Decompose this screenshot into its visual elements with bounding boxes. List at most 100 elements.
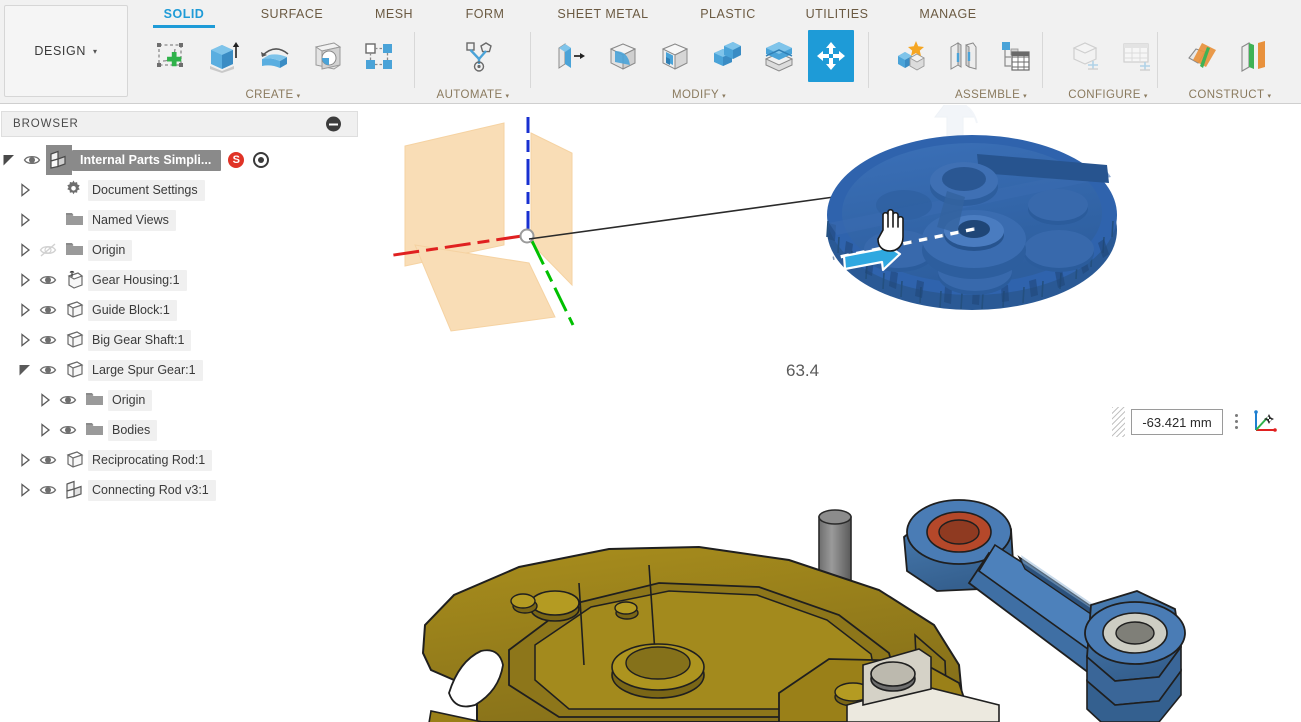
eye-icon[interactable] [36,475,62,505]
panel-label-modify[interactable]: MODIFY ▾ [534,89,864,101]
workspace-label: DESIGN [34,44,86,58]
browser-tree-item-label: Origin [88,239,133,261]
new-component-icon[interactable] [888,30,934,82]
revolve-icon[interactable] [252,30,298,82]
large-spur-gear-body [826,105,1117,310]
browser-tree-item[interactable]: Document Settings [0,175,359,205]
browser-tree-item[interactable]: Connecting Rod v3:1 [0,475,359,505]
body-icon [62,445,88,475]
construct-plane-angle-icon[interactable] [1231,30,1277,82]
bill-of-materials-icon[interactable] [992,30,1038,82]
eye-icon[interactable] [36,205,62,235]
expand-arrow-icon-closed[interactable] [16,205,36,235]
status-badge[interactable]: S [228,152,245,168]
panel-label-automate[interactable]: AUTOMATE ▾ [420,89,526,101]
ribbon-panel-automate: AUTOMATE ▾ [420,28,526,104]
expand-arrow-icon-closed[interactable] [16,295,36,325]
expand-arrow-icon-closed[interactable] [36,385,56,415]
browser-tree-item[interactable]: Internal Parts Simpli... S [0,145,359,175]
browser-tree-item[interactable]: Named Views [0,205,359,235]
expand-arrow-icon-open[interactable] [16,355,36,385]
chevron-down-icon: ▾ [1143,93,1148,100]
shell-icon[interactable] [652,30,698,82]
eye-icon[interactable] [36,325,62,355]
browser-tree-item-label: Origin [108,389,153,411]
dimension-input-field[interactable] [1131,409,1223,435]
browser-header: BROWSER [1,111,358,137]
pattern-icon[interactable] [356,30,402,82]
browser-tree-item[interactable]: Big Gear Shaft:1 [0,325,359,355]
ribbon-tab-solid[interactable]: SOLID [147,0,221,28]
configure-table-icon[interactable] [1114,30,1160,82]
ribbon-tab-mesh[interactable]: MESH [363,0,425,28]
ribbon-tab-surface[interactable]: SURFACE [248,0,336,28]
eye-icon[interactable] [36,355,62,385]
dimension-leader-line [528,196,835,240]
eye-icon[interactable] [36,265,62,295]
expand-arrow-icon-closed[interactable] [16,175,36,205]
browser-tree-item-label: Internal Parts Simpli... [72,149,222,171]
canvas-viewport[interactable]: 63.4 [359,105,1301,722]
minus-circle-icon[interactable] [326,116,341,132]
eye-icon[interactable] [20,145,46,175]
expand-arrow-icon-closed[interactable] [36,415,56,445]
sweep-icon[interactable] [304,30,350,82]
press-pull-icon[interactable] [548,30,594,82]
panel-label-create[interactable]: CREATE ▾ [136,89,410,101]
folder-icon [82,415,108,445]
automate-generative-icon[interactable] [456,30,502,82]
browser-tree-item-label: Named Views [88,209,176,231]
browser-tree-item[interactable]: Origin [0,235,359,265]
chevron-down-icon: ▾ [296,93,301,100]
browser-tree-item[interactable]: Gear Housing:1 [0,265,359,295]
panel-label-configure[interactable]: CONFIGURE ▾ [1048,89,1168,101]
activate-component-icon[interactable] [253,152,270,168]
ribbon-tabs: SOLID SURFACE MESH FORM SHEET METAL PLASTIC UT… [0,0,1301,28]
ribbon-tab-manage[interactable]: MANAGE [908,0,988,28]
more-options-icon[interactable] [1226,409,1248,435]
browser-tree-item[interactable]: Large Spur Gear:1 [0,355,359,385]
browser-tree-item[interactable]: Bodies [0,415,359,445]
ribbon-tab-utilities[interactable]: UTILITIES [791,0,883,28]
eye-icon[interactable] [56,385,82,415]
eye-icon[interactable] [36,445,62,475]
origin-planes [404,122,573,332]
eye-icon[interactable] [36,175,62,205]
expand-arrow-icon-open[interactable] [0,145,20,175]
offset-face-icon[interactable] [756,30,802,82]
fillet-icon[interactable] [600,30,646,82]
create-sketch-icon[interactable] [148,30,194,82]
joint-icon[interactable] [940,30,986,82]
drag-grip-icon[interactable] [1112,407,1125,437]
eye-icon[interactable] [56,415,82,445]
ribbon-panel-modify: MODIFY ▾ [534,28,864,104]
browser-tree-item[interactable]: Reciprocating Rod:1 [0,445,359,475]
dimension-input-widget [1112,405,1280,439]
expand-arrow-icon-closed[interactable] [16,235,36,265]
extrude-icon[interactable] [200,30,246,82]
browser-tree-item-label: Reciprocating Rod:1 [88,449,213,471]
construct-plane-offset-icon[interactable] [1179,30,1225,82]
grounded-component-icon [62,265,88,295]
ribbon-tab-sheet-metal[interactable]: SHEET METAL [541,0,665,28]
gear-icon [62,175,88,205]
ribbon-tab-form[interactable]: FORM [452,0,518,28]
browser-tree-item[interactable]: Guide Block:1 [0,295,359,325]
folder-icon [82,385,108,415]
browser-tree-item[interactable]: Origin [0,385,359,415]
move-axis-icon[interactable] [1250,408,1280,436]
expand-arrow-icon-closed[interactable] [16,325,36,355]
configure-model-icon[interactable] [1062,30,1108,82]
eye-icon[interactable] [36,295,62,325]
browser-tree-item-label: Document Settings [88,179,205,201]
chevron-down-icon: ▾ [92,46,98,56]
eye-off-icon[interactable] [36,235,62,265]
ribbon-panel-create: CREATE ▾ [136,28,410,104]
combine-icon[interactable] [704,30,750,82]
move-copy-icon[interactable] [808,30,854,82]
ribbon-tab-plastic[interactable]: PLASTIC [690,0,766,28]
expand-arrow-icon-closed[interactable] [16,265,36,295]
expand-arrow-icon-closed[interactable] [16,445,36,475]
panel-label-construct[interactable]: CONSTRUCT ▾ [1163,89,1297,101]
expand-arrow-icon-closed[interactable] [16,475,36,505]
